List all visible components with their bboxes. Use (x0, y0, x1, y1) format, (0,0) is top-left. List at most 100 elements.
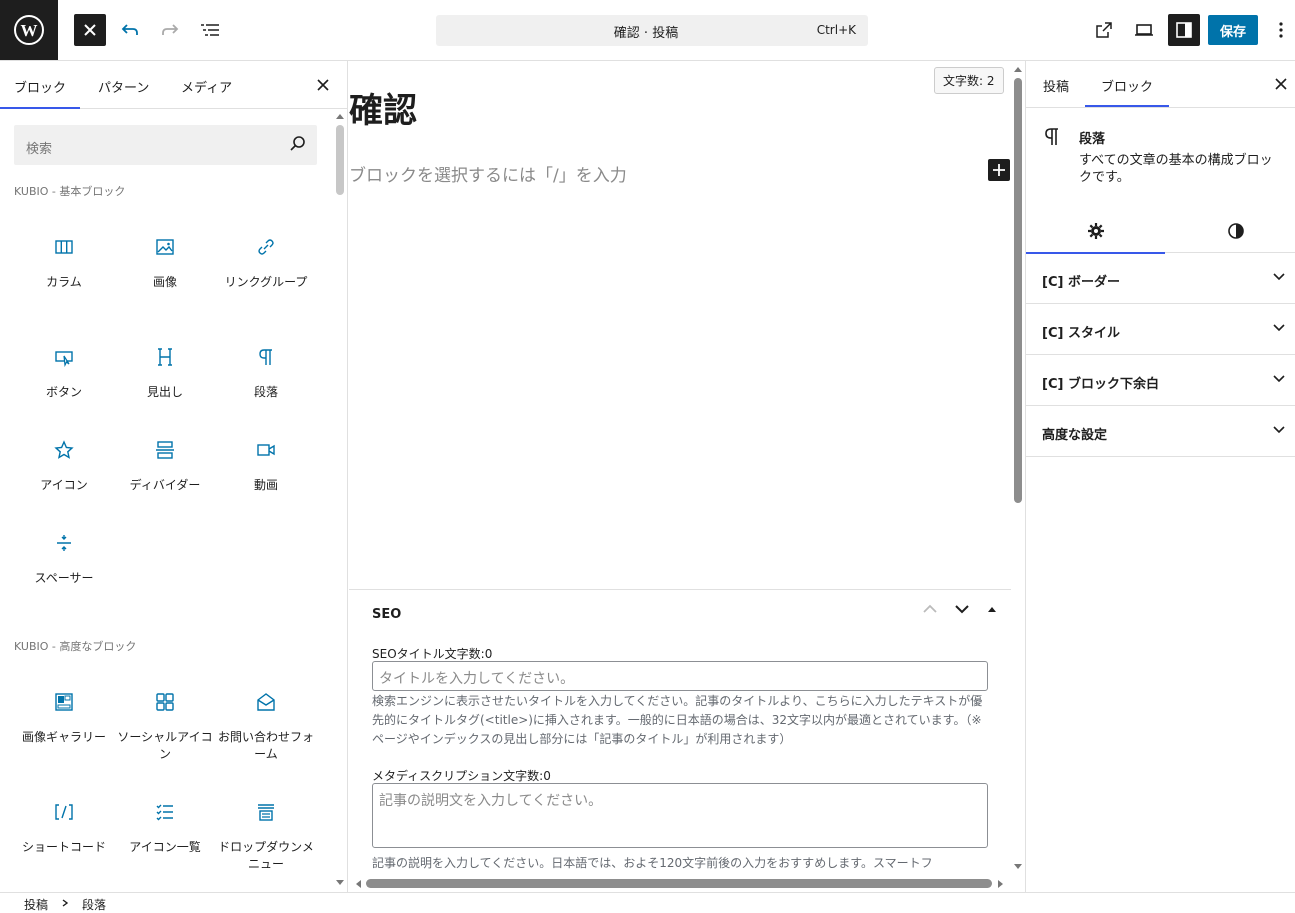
close-icon (84, 24, 96, 36)
block-label: 動画 (253, 478, 278, 492)
chevron-down-icon (1273, 324, 1285, 332)
canvas-scrollbar[interactable] (1014, 78, 1022, 503)
seo-title-label: SEOタイトル文字数:0 (372, 647, 493, 661)
close-sidebar-button[interactable] (1271, 74, 1291, 94)
block-item[interactable]: 動画 (216, 437, 316, 494)
block-settings-tabs (1026, 209, 1295, 254)
paragraph-icon (259, 349, 272, 365)
add-block-button[interactable] (988, 159, 1010, 181)
scroll-right-arrow-icon[interactable] (998, 880, 1004, 888)
block-item[interactable]: ディバイダー (115, 437, 215, 494)
block-item[interactable]: アイコン一覧 (115, 799, 215, 856)
meta-description-placeholder: 記事の説明文を入力してください。 (379, 793, 603, 809)
chevron-down-icon (1273, 273, 1285, 281)
block-item[interactable]: お問い合わせフォーム (216, 689, 316, 763)
panel-block-margin[interactable]: [C] ブロック下余白 (1026, 355, 1295, 406)
panel-border[interactable]: [C] ボーダー (1026, 253, 1295, 304)
horizontal-scrollbar[interactable] (366, 879, 992, 888)
block-label: アイコン一覧 (129, 840, 201, 854)
sidebar-icon (1176, 22, 1192, 38)
close-icon (1275, 78, 1287, 90)
chevron-right-icon (62, 899, 68, 907)
panel-title: [C] ブロック下余白 (1042, 377, 1159, 392)
undo-button[interactable] (114, 14, 146, 46)
tab-post[interactable]: 投稿 (1043, 76, 1069, 95)
spacer-icon (57, 535, 71, 551)
block-item[interactable]: カラム (14, 234, 114, 291)
block-item[interactable]: ソーシャルアイコン (115, 689, 215, 763)
scroll-up-arrow-icon[interactable] (1014, 66, 1022, 72)
tab-media[interactable]: メディア (181, 77, 232, 96)
block-item[interactable]: スペーサー (14, 530, 114, 587)
post-title[interactable]: 確認 (349, 83, 417, 132)
chevron-down-icon[interactable] (955, 604, 969, 614)
meta-description-textarea[interactable]: 記事の説明文を入力してください。 (372, 783, 988, 848)
command-bar[interactable]: 確認 · 投稿 Ctrl+K (436, 15, 868, 46)
heading-icon (158, 348, 172, 366)
redo-button[interactable] (154, 14, 186, 46)
meta-description-help: 記事の説明を入力してください。日本語では、およそ120文字前後の入力をおすすめし… (372, 856, 933, 870)
chevron-up-icon[interactable] (923, 604, 937, 614)
paragraph-icon (1045, 128, 1058, 145)
block-label: 見出し (146, 385, 183, 399)
chevron-down-icon (1273, 426, 1285, 434)
settings-toggle-button[interactable] (1168, 14, 1200, 46)
command-shortcut: Ctrl+K (816, 23, 856, 37)
scroll-up-arrow-icon[interactable] (336, 113, 344, 119)
icon-list-icon (156, 804, 173, 821)
block-item[interactable]: ボタン (14, 344, 114, 401)
block-label: アイコン (40, 478, 88, 492)
block-label: 段落 (253, 385, 278, 399)
seo-title-input[interactable]: タイトルを入力してください。 (372, 661, 988, 691)
plus-icon (993, 164, 1005, 176)
contrast-icon (1227, 223, 1244, 239)
block-item[interactable]: アイコン (14, 437, 114, 494)
block-item[interactable]: ドロップダウンメニュー (216, 799, 316, 873)
preview-button[interactable] (1128, 14, 1160, 46)
block-item[interactable]: 見出し (115, 344, 215, 401)
block-item[interactable]: リンクグループ (216, 234, 316, 291)
tab-patterns[interactable]: パターン (98, 77, 149, 96)
collapse-triangle-icon[interactable] (987, 604, 997, 614)
block-item[interactable]: ショートコード (14, 799, 114, 856)
panel-advanced[interactable]: 高度な設定 (1026, 406, 1295, 457)
document-overview-button[interactable] (194, 14, 226, 46)
panel-title: 高度な設定 (1042, 428, 1108, 443)
panel-style[interactable]: [C] スタイル (1026, 304, 1295, 355)
svg-text:W: W (21, 21, 38, 40)
block-placeholder[interactable]: ブロックを選択するには「/」を入力 (349, 161, 627, 186)
gallery-icon (55, 693, 73, 711)
scroll-down-arrow-icon[interactable] (336, 880, 344, 886)
block-name: 段落 (1079, 132, 1106, 147)
inserter-scrollbar[interactable] (336, 125, 344, 195)
breadcrumb-item-paragraph[interactable]: 段落 (82, 896, 106, 913)
category-heading: KUBIO - 基本ブロック (14, 185, 126, 198)
block-search-input[interactable]: 検索 (14, 125, 317, 165)
external-link-icon (1096, 22, 1112, 38)
block-item[interactable]: 段落 (216, 344, 316, 401)
tab-block[interactable]: ブロック (1084, 76, 1170, 107)
scroll-down-arrow-icon[interactable] (1014, 864, 1022, 870)
breadcrumb-item-post[interactable]: 投稿 (24, 896, 48, 913)
tab-styles[interactable] (1166, 209, 1295, 253)
word-count-badge: 文字数: 2 (934, 67, 1004, 94)
gear-icon (1087, 223, 1104, 239)
block-label: ショートコード (21, 840, 106, 854)
tab-settings[interactable] (1026, 209, 1165, 254)
video-icon (257, 444, 275, 456)
scroll-left-arrow-icon[interactable] (355, 880, 361, 888)
block-label: カラム (46, 275, 82, 289)
block-item[interactable]: 画像 (115, 234, 215, 291)
more-options-button[interactable] (1270, 14, 1292, 46)
tab-blocks[interactable]: ブロック (0, 77, 81, 109)
wordpress-logo-icon[interactable]: W (0, 0, 58, 60)
desktop-icon (1135, 24, 1153, 36)
view-post-button[interactable] (1088, 14, 1120, 46)
close-inserter-panel-button[interactable] (313, 75, 333, 95)
meta-description-label: メタディスクリプション文字数:0 (372, 769, 551, 783)
star-icon (54, 440, 74, 459)
block-item[interactable]: 画像ギャラリー (14, 689, 114, 746)
close-inserter-button[interactable] (74, 14, 106, 46)
panel-title: [C] スタイル (1042, 326, 1120, 341)
save-button[interactable]: 保存 (1208, 15, 1258, 45)
